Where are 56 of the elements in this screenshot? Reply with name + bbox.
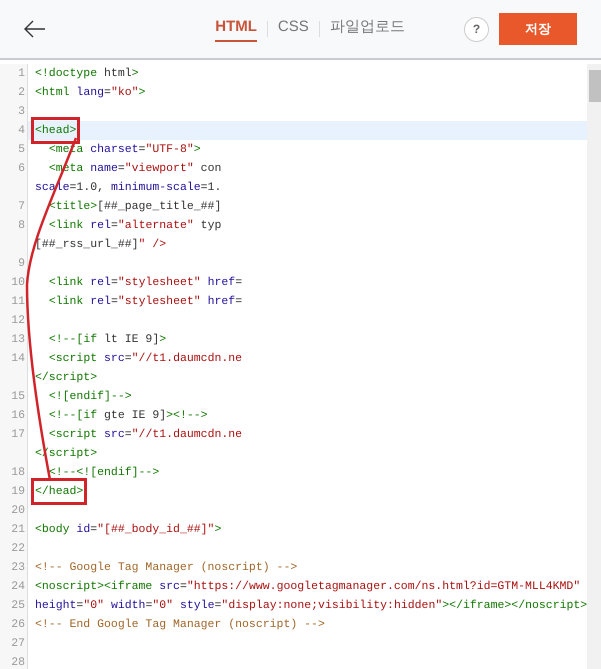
tab[interactable]: CSS [278, 16, 309, 42]
code-line: [##_rss_url_##]" /> [35, 238, 166, 251]
code-line: height="0" width="0" style="display:none;visibility:hidden"></iframe></noscript> [35, 599, 588, 612]
line-number: 28 [0, 653, 28, 669]
tab[interactable]: 파일업로드 [330, 16, 405, 42]
line-number: 11 [0, 292, 28, 311]
scrollbar-thumb[interactable] [589, 70, 601, 102]
tab[interactable]: HTML [215, 16, 257, 42]
code-line: <!-- End Google Tag Manager (noscript) --> [35, 618, 325, 631]
line-number: 19 [0, 482, 28, 501]
back-arrow-icon[interactable] [24, 20, 46, 38]
line-number: 10 [0, 273, 28, 292]
line-number: 20 [0, 501, 28, 520]
line-number: 6 [0, 159, 28, 178]
code-line: <link rel="stylesheet" href= [48, 276, 242, 289]
line-number: 1 [0, 64, 28, 83]
line-number: 3 [0, 102, 28, 121]
line-number: 26 [0, 615, 28, 634]
line-number: 7 [0, 197, 28, 216]
code-line: </script> [35, 371, 98, 384]
code-line: <head> [35, 124, 76, 137]
code-line: <title>[##_page_title_##] [48, 200, 222, 213]
code-line: <!--<![endif]--> [48, 466, 160, 479]
code-line: <script src="//t1.daumcdn.ne [48, 428, 242, 441]
line-number: 2 [0, 83, 28, 102]
line-number: 27 [0, 634, 28, 653]
line-number: 9 [0, 254, 28, 273]
line-number: 4 [0, 121, 28, 140]
code-line: <!--[if lt IE 9]> [48, 333, 166, 346]
line-number: 8 [0, 216, 28, 235]
code-line: </head> [35, 485, 84, 498]
code-line: <link rel="stylesheet" href= [48, 295, 242, 308]
line-number: 5 [0, 140, 28, 159]
code-line: <body id="[##_body_id_##]"> [35, 523, 222, 536]
line-number: 24 [0, 577, 28, 596]
line-number: 16 [0, 406, 28, 425]
help-button[interactable]: ? [464, 16, 489, 42]
code-line: <!--[if gte IE 9]><!--> [48, 409, 208, 422]
line-number: 25 [0, 596, 28, 615]
code-line: <!doctype html> [35, 67, 139, 80]
line-number: 21 [0, 520, 28, 539]
code-line: <!-- Google Tag Manager (noscript) --> [35, 561, 298, 574]
code-line: <link rel="alternate" typ [48, 219, 222, 232]
line-number: 22 [0, 539, 28, 558]
line-number: 23 [0, 558, 28, 577]
line-number: 15 [0, 387, 28, 406]
line-number: 13 [0, 330, 28, 349]
save-button[interactable]: 저장 [499, 13, 577, 45]
code-line: <script src="//t1.daumcdn.ne [48, 352, 242, 365]
line-number: 17 [0, 425, 28, 444]
line-number: 14 [0, 349, 28, 368]
code-line: <html lang="ko"> [35, 86, 146, 99]
line-number: 18 [0, 463, 28, 482]
code-line: <noscript><iframe src="https://www.googletagmanager.com/ns.html?id=GTM-MLL4KMD" [35, 580, 580, 593]
line-number: 12 [0, 311, 28, 330]
code-line: <![endif]--> [48, 390, 132, 403]
